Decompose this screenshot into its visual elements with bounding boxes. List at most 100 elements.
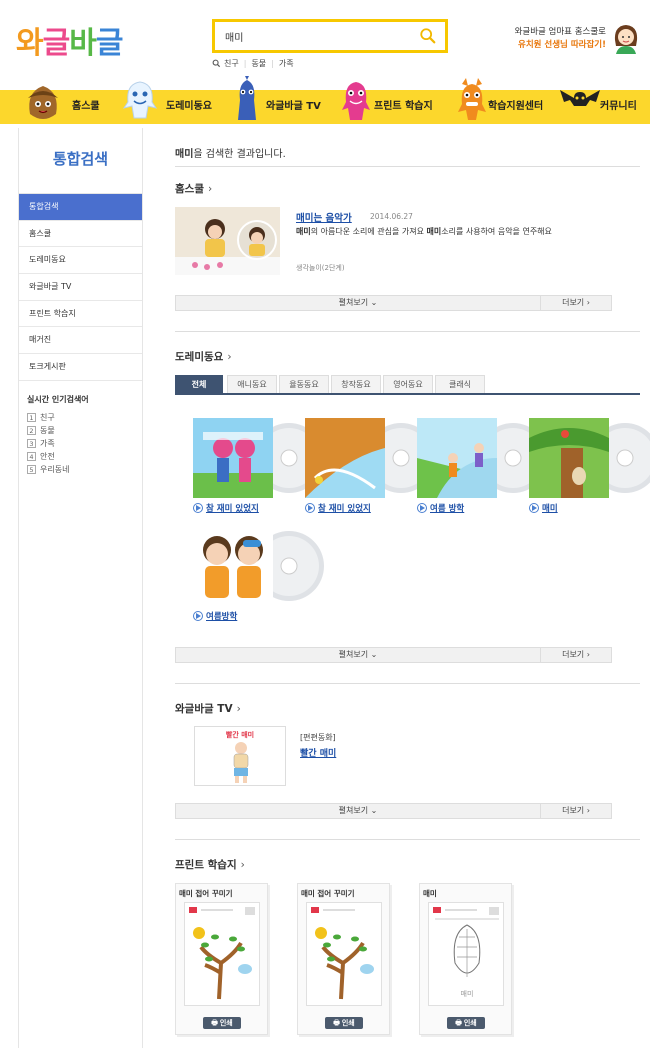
worksheet-caption: 매미 [460, 990, 474, 998]
nav-item-tv[interactable]: 와글바글 TV [266, 90, 321, 124]
more-button[interactable]: 더보기 › [541, 648, 611, 662]
promo-banner[interactable]: 와글바글 엄마표 홈스쿨로 유치원 선생님 따라잡기! [515, 26, 606, 52]
popular-row[interactable]: 3 가족 [27, 437, 137, 450]
nav-item-print[interactable]: 프린트 학습지 [374, 90, 433, 124]
more-button[interactable]: 더보기 › [541, 296, 611, 310]
tv-thumbnail[interactable]: 빨간 매미 [194, 726, 286, 786]
tree-worksheet-icon [189, 907, 255, 1000]
chevron-right-icon: › [586, 650, 590, 659]
tab-original[interactable]: 창작동요 [331, 375, 381, 393]
play-icon[interactable] [305, 503, 315, 513]
tab-classic[interactable]: 클래식 [435, 375, 485, 393]
song-link: 여름 방학 [417, 502, 464, 514]
sidebar: 통합검색 통합검색 홈스쿨 도레미동요 와글바글 TV 프린트 학습지 매거진 … [18, 128, 143, 1048]
print-button[interactable]: 🖶 인쇄 [447, 1017, 485, 1029]
popular-keywords: 실시간 인기검색어 1 친구 2 동물 3 가족 4 안전 5 우리동네 [27, 394, 137, 476]
sidebar-title: 통합검색 [19, 128, 142, 194]
tab-all[interactable]: 전체 [175, 375, 223, 393]
section-heading-print[interactable]: 프린트 학습지 › [175, 857, 245, 872]
tree-worksheet-icon [311, 907, 374, 1000]
song-tabs: 전체 애니동요 율동동요 창작동요 영어동요 클래식 [175, 375, 640, 395]
search-box [212, 19, 448, 53]
songs-more-bar: 펼쳐보기 ⌄ 더보기 › [175, 647, 612, 663]
search-input[interactable] [215, 22, 405, 50]
sidebar-menu: 통합검색 홈스쿨 도레미동요 와글바글 TV 프린트 학습지 매거진 토크게시판 [19, 194, 142, 381]
tab-dance[interactable]: 율동동요 [279, 375, 329, 393]
keyword-link[interactable]: 가족 [279, 58, 294, 69]
worksheet-preview [184, 902, 260, 1006]
song-link: 참 재미 있었지 [193, 502, 259, 514]
expand-button[interactable]: 펼쳐보기 ⌄ [176, 804, 541, 818]
search-icon[interactable] [419, 27, 437, 45]
search-keywords: 친구 | 동물 | 가족 [212, 58, 294, 69]
nav-item-community[interactable]: 커뮤니티 [600, 90, 637, 124]
homeschool-date: 2014.06.27 [370, 212, 413, 221]
sidebar-item-print[interactable]: 프린트 학습지 [19, 301, 142, 328]
homeschool-title-link[interactable]: 매미는 음악가 [296, 210, 352, 224]
song-item[interactable]: 여름방학 [193, 526, 324, 626]
song-artwork [305, 418, 385, 498]
play-icon[interactable] [529, 503, 539, 513]
keyword-link[interactable]: 동물 [251, 58, 266, 69]
ghost-mascot-icon [122, 81, 158, 119]
tv-more-bar: 펼쳐보기 ⌄ 더보기 › [175, 803, 612, 819]
song-item[interactable]: 참 재미 있었지 [193, 418, 324, 518]
chevron-right-icon: › [586, 806, 590, 815]
tab-ani[interactable]: 애니동요 [227, 375, 277, 393]
tab-english[interactable]: 영어동요 [383, 375, 433, 393]
more-button[interactable]: 더보기 › [541, 804, 611, 818]
acorn-mascot-icon [28, 86, 58, 119]
section-heading-doremi[interactable]: 도레미동요 › [175, 349, 232, 364]
worksheet-card[interactable]: 매미 접어 꾸미기 🖶 인쇄 [297, 883, 390, 1035]
photo-children-icon [175, 207, 280, 275]
song-item[interactable]: 여름 방학 [417, 418, 548, 518]
song-link: 참 재미 있었지 [305, 502, 371, 514]
printer-icon: 🖶 [333, 1019, 340, 1027]
chevron-down-icon: ⌄ [370, 650, 378, 659]
popular-row[interactable]: 1 친구 [27, 411, 137, 424]
expand-button[interactable]: 펼쳐보기 ⌄ [176, 296, 541, 310]
sidebar-item-tv[interactable]: 와글바글 TV [19, 274, 142, 301]
popular-row[interactable]: 5 우리동네 [27, 463, 137, 476]
worksheet-card[interactable]: 매미 접어 꾸미기 🖶 인쇄 [175, 883, 268, 1035]
tv-thumb-title: 빨간 매미 [225, 731, 255, 739]
chevron-down-icon: ⌄ [370, 806, 378, 815]
header: 와글바글 친구| 동물| 가족 와글바글 엄마표 홈스쿨로 유치원 선생님 따라… [0, 0, 650, 90]
section-heading-tv[interactable]: 와글바글 TV › [175, 701, 241, 716]
worksheet-preview [306, 902, 382, 1006]
pink-mascot-icon [342, 82, 370, 120]
homeschool-category: 생각놀이(2단계) [296, 264, 345, 272]
song-item[interactable]: 매미 [529, 418, 650, 518]
sidebar-item-homeschool[interactable]: 홈스쿨 [19, 221, 142, 248]
site-logo[interactable]: 와글바글 [16, 18, 123, 62]
sidebar-item-magazine[interactable]: 매거진 [19, 327, 142, 355]
sidebar-item-all[interactable]: 통합검색 [19, 194, 142, 221]
tv-title-link[interactable]: 빨간 매미 [300, 746, 336, 759]
homeschool-thumbnail[interactable] [175, 207, 280, 275]
song-link: 매미 [529, 502, 558, 514]
child-figure-icon [233, 742, 249, 783]
song-artwork [193, 526, 273, 606]
popular-row[interactable]: 2 동물 [27, 424, 137, 437]
sidebar-item-board[interactable]: 토크게시판 [19, 354, 142, 381]
teacher-avatar-icon [614, 25, 638, 54]
print-button[interactable]: 🖶 인쇄 [325, 1017, 363, 1029]
printer-icon: 🖶 [455, 1019, 462, 1027]
popular-title: 실시간 인기검색어 [27, 395, 89, 404]
nav-item-support[interactable]: 학습지원센터 [488, 90, 543, 124]
play-icon[interactable] [417, 503, 427, 513]
play-icon[interactable] [193, 503, 203, 513]
song-item[interactable]: 참 재미 있었지 [305, 418, 436, 518]
print-button[interactable]: 🖶 인쇄 [203, 1017, 241, 1029]
nav-item-homeschool[interactable]: 홈스쿨 [72, 90, 100, 124]
worksheet-title: 매미 접어 꾸미기 [179, 889, 233, 898]
nav-item-doremi[interactable]: 도레미동요 [166, 90, 212, 124]
keyword-link[interactable]: 친구 [224, 58, 239, 69]
worksheet-card[interactable]: 매미 매미 🖶 인쇄 [419, 883, 512, 1035]
play-icon[interactable] [193, 611, 203, 621]
expand-button[interactable]: 펼쳐보기 ⌄ [176, 648, 541, 662]
bat-mascot-icon [560, 90, 600, 106]
popular-row[interactable]: 4 안전 [27, 450, 137, 463]
section-heading-homeschool[interactable]: 홈스쿨 › [175, 181, 212, 196]
sidebar-item-doremi[interactable]: 도레미동요 [19, 247, 142, 275]
